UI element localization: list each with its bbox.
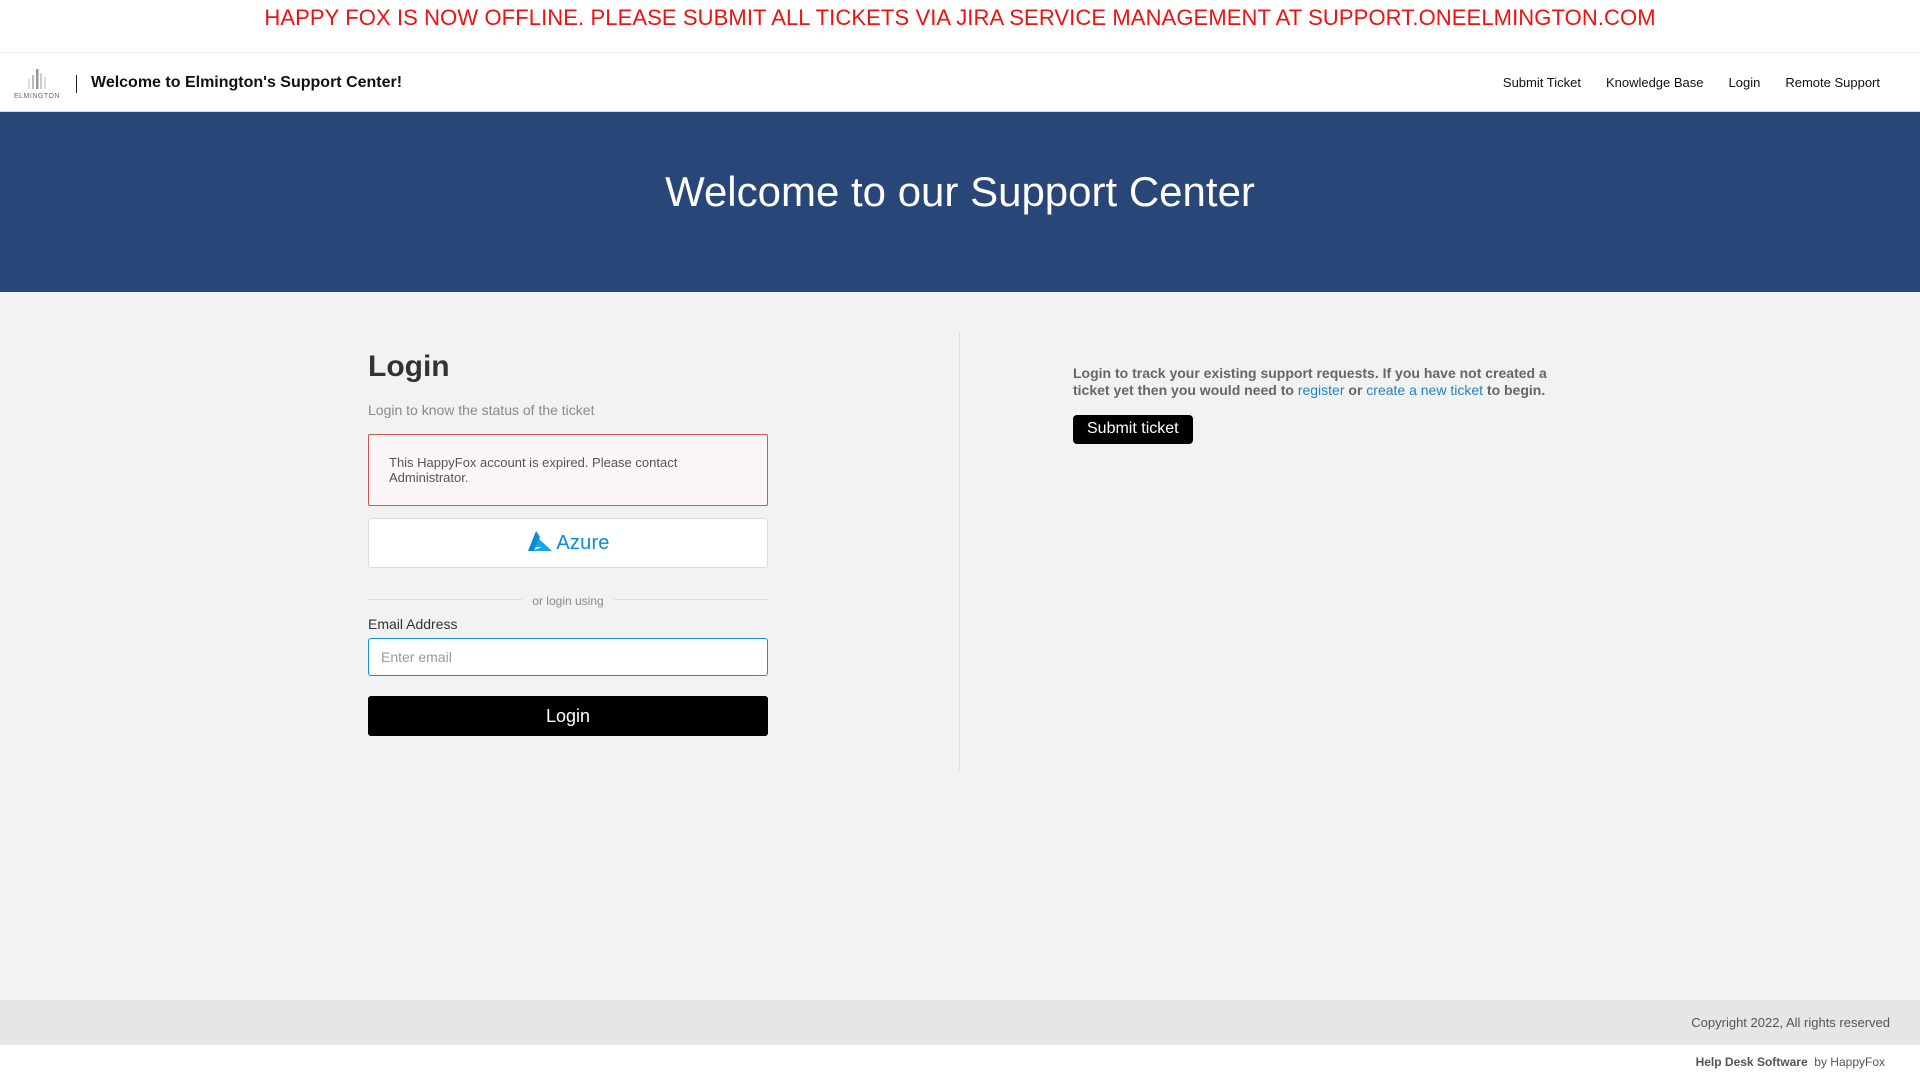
register-link[interactable]: register <box>1298 382 1345 398</box>
hero-title: Welcome to our Support Center <box>665 168 1255 215</box>
azure-logo-icon <box>526 530 553 556</box>
info-text-or: or <box>1344 382 1367 398</box>
footer: Copyright 2022, All rights reserved <box>0 1000 1920 1045</box>
email-label: Email Address <box>368 616 458 632</box>
azure-label: Azure <box>556 531 610 554</box>
top-navbar: ELMINGTON Welcome to Elmington's Support… <box>0 52 1920 112</box>
login-subtitle: Login to know the status of the ticket <box>368 402 595 418</box>
powered-by-bar: Help Desk Software by HappyFox <box>0 1045 1920 1080</box>
elmington-logo-icon[interactable]: ELMINGTON <box>14 63 64 103</box>
nav-login[interactable]: Login <box>1729 75 1761 90</box>
login-button[interactable]: Login <box>368 696 768 736</box>
error-alert: This HappyFox account is expired. Please… <box>368 434 768 506</box>
site-title: Welcome to Elmington's Support Center! <box>91 74 403 91</box>
nav-knowledge-base[interactable]: Knowledge Base <box>1606 75 1704 90</box>
info-panel: Login to track your existing support req… <box>1073 365 1553 444</box>
nav-remote-support[interactable]: Remote Support <box>1785 75 1880 90</box>
info-text: Login to track your existing support req… <box>1073 365 1553 399</box>
hero-banner: Welcome to our Support Center <box>0 112 1920 292</box>
logo-wordmark: ELMINGTON <box>14 93 60 100</box>
azure-login-button[interactable]: Azure <box>368 518 768 568</box>
by-happyfox: by HappyFox <box>1814 1055 1885 1069</box>
nav-submit-ticket[interactable]: Submit Ticket <box>1503 75 1581 90</box>
login-panel: Login Login to know the status of the ti… <box>368 350 768 736</box>
or-divider: or login using <box>368 592 768 608</box>
announcement-banner: HAPPY FOX IS NOW OFFLINE. PLEASE SUBMIT … <box>0 0 1920 52</box>
login-heading: Login <box>368 350 450 383</box>
email-field[interactable] <box>368 638 768 676</box>
main-nav: Submit Ticket Knowledge Base Login Remot… <box>1478 75 1880 90</box>
create-ticket-link[interactable]: create a new ticket <box>1366 382 1483 398</box>
submit-ticket-button[interactable]: Submit ticket <box>1073 415 1193 444</box>
announcement-text: HAPPY FOX IS NOW OFFLINE. PLEASE SUBMIT … <box>264 5 1656 30</box>
column-divider <box>959 332 960 770</box>
logo-separator <box>76 75 77 93</box>
copyright-text: Copyright 2022, All rights reserved <box>1691 1015 1890 1030</box>
powered-by: Help Desk Software by HappyFox <box>1696 1055 1885 1069</box>
divider-text: or login using <box>522 594 614 608</box>
info-text-end: to begin. <box>1483 382 1546 398</box>
help-desk-software-link[interactable]: Help Desk Software <box>1696 1055 1808 1069</box>
